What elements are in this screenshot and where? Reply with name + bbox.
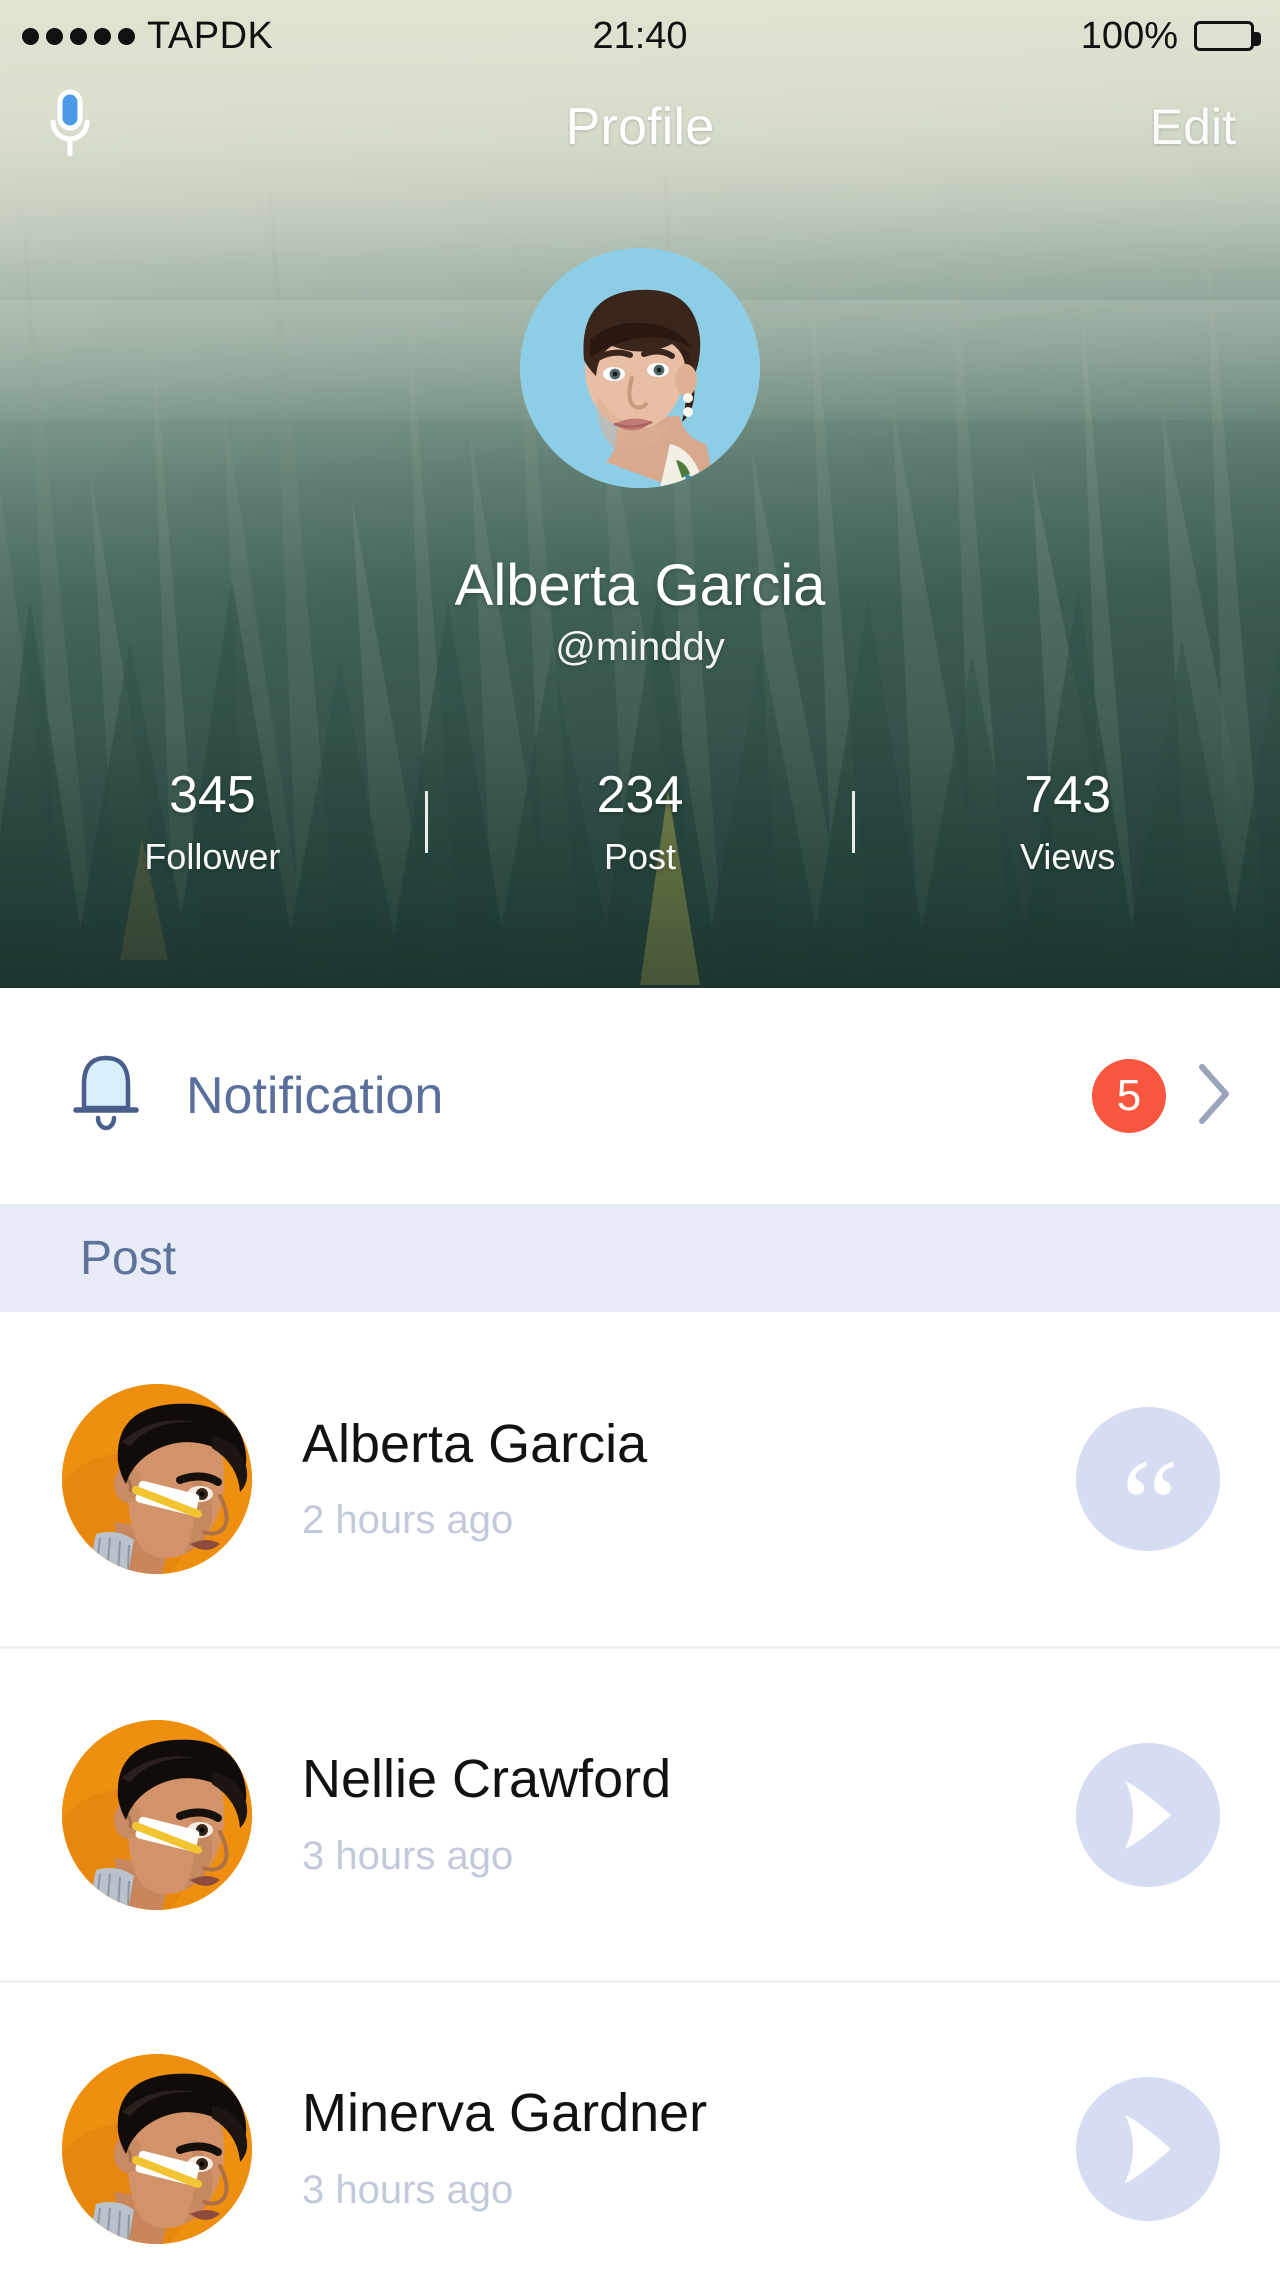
page-title: Profile <box>565 98 715 156</box>
list-item-timestamp: 2 hours ago <box>302 1498 514 1543</box>
stat-label: Post <box>603 836 677 878</box>
chevron-right-icon[interactable] <box>1194 1061 1234 1132</box>
user-avatar-image <box>62 1719 252 1910</box>
avatar[interactable] <box>62 1384 252 1574</box>
stat-value: 345 <box>168 766 256 824</box>
stat-label: Views <box>1019 836 1116 878</box>
profile-stats: 345 Follower 234 Post 743 Views <box>0 765 1280 878</box>
navigation-bar: Profile Edit <box>0 72 1280 182</box>
post-list: Alberta Garcia 2 hours ago “ w <box>0 1312 1280 2277</box>
stat-value: 743 <box>1024 766 1112 824</box>
notification-label: Notification <box>186 1067 444 1125</box>
battery-full-icon <box>1194 21 1261 51</box>
avatar[interactable] <box>520 248 760 488</box>
table-row[interactable]: Minerva Gardner 3 hours ago <box>0 1980 1280 2277</box>
avatar[interactable] <box>62 1719 252 1910</box>
play-triangle <box>1125 1780 1171 1849</box>
status-bar: TAPDK 21:40 100% <box>0 0 1280 72</box>
list-item-timestamp: 3 hours ago <box>302 1833 514 1878</box>
notification-right: 5 <box>1092 1059 1234 1133</box>
list-item-title: Nellie Crawford <box>302 1749 672 1810</box>
stat-label: Follower <box>144 836 281 878</box>
stat-post[interactable]: 234 Post <box>428 765 853 878</box>
post-section-header: Post <box>0 1204 1280 1312</box>
stat-value: 234 <box>596 766 684 824</box>
play-icon[interactable] <box>1076 1742 1220 1887</box>
battery-percent-label: 100% <box>1080 14 1178 57</box>
list-item-timestamp: 3 hours ago <box>302 2167 514 2212</box>
stat-follower[interactable]: 345 Follower <box>0 765 425 878</box>
play-icon[interactable] <box>1076 2076 1220 2221</box>
table-row[interactable]: Nellie Crawford 3 hours ago <box>0 1646 1280 1980</box>
table-row[interactable]: Alberta Garcia 2 hours ago “ w <box>0 1312 1280 1646</box>
section-title: Post <box>80 1231 177 1285</box>
hero-cover-image: TAPDK 21:40 100% Profile Edit Alberta Ga… <box>0 0 1280 988</box>
list-item-title: Alberta Garcia <box>302 1413 648 1474</box>
play-triangle <box>1125 2114 1171 2183</box>
edit-button[interactable]: Edit <box>1150 98 1236 156</box>
notification-row[interactable]: Notification 5 <box>0 988 1280 1204</box>
profile-screen: TAPDK 21:40 100% Profile Edit Alberta Ga… <box>0 0 1280 2277</box>
status-bar-right: 100% <box>1080 14 1261 58</box>
profile-name: Alberta Garcia <box>454 553 826 618</box>
profile-handle: @minddy <box>555 625 725 669</box>
post-text: Minerva Gardner 3 hours ago <box>302 2083 1076 2212</box>
post-text: Alberta Garcia 2 hours ago <box>302 1413 1076 1543</box>
user-avatar-image <box>62 2053 252 2244</box>
list-item-title: Minerva Gardner <box>302 2083 708 2144</box>
post-text: Nellie Crawford 3 hours ago <box>302 1749 1076 1878</box>
stat-views[interactable]: 743 Views <box>855 765 1280 878</box>
avatar[interactable] <box>62 2053 252 2244</box>
user-avatar-image <box>520 248 760 488</box>
quote-glyph: “ <box>1121 1433 1179 1577</box>
status-badge: 5 <box>1092 1059 1166 1133</box>
user-avatar-image <box>62 1384 252 1574</box>
microphone-icon[interactable] <box>44 88 96 167</box>
bell-icon <box>62 1048 150 1145</box>
quote-icon[interactable]: “ w <box>1076 1407 1220 1570</box>
